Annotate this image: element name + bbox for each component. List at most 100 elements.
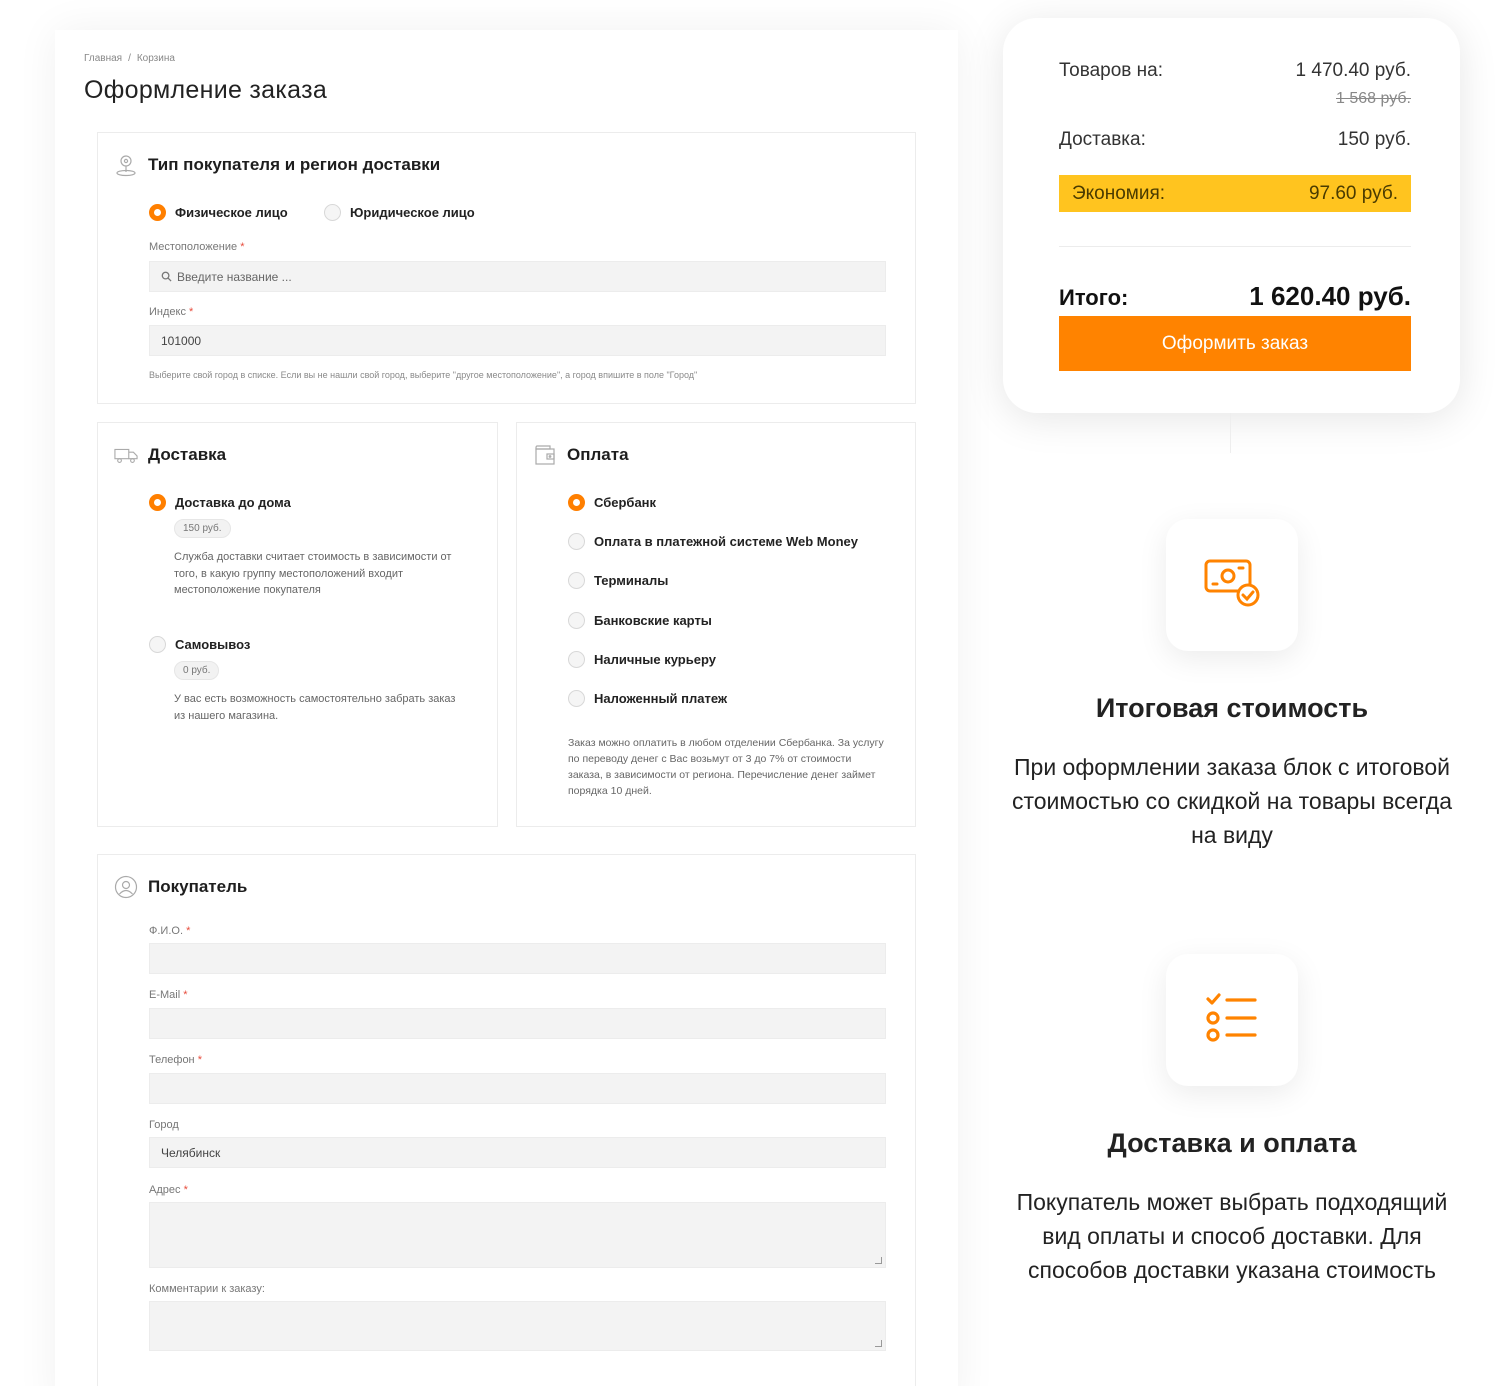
location-label: Местоположение * [149, 241, 245, 253]
checklist-icon [1205, 992, 1259, 1049]
place-order-button[interactable]: Оформить заказ [1059, 316, 1411, 371]
delivery-home-label: Доставка до дома [175, 495, 291, 510]
fio-label: Ф.И.О. * [149, 925, 191, 937]
buyer-region-title: Тип покупателя и регион доставки [148, 155, 441, 174]
radio-legal[interactable] [324, 204, 341, 221]
total-value: 1 620.40 руб. [1249, 281, 1411, 311]
payment-description: Заказ можно оплатить в любом отделении С… [568, 737, 884, 797]
payment-card: Оплата Сбербанк Оплата в платежной систе… [516, 422, 916, 827]
email-input[interactable] [149, 1008, 886, 1039]
economy-value: 97.60 руб. [1308, 182, 1398, 204]
payment-option-cod[interactable]: Наложенный платеж [568, 690, 727, 707]
delivery-cost-label: Доставка: [1059, 129, 1146, 150]
feature-price-icon-box [1166, 519, 1298, 651]
buyer-type-legal[interactable]: Юридическое лицо [324, 204, 475, 221]
email-label: E-Mail * [149, 989, 188, 1001]
phone-input[interactable] [149, 1073, 886, 1104]
payment-cod-label: Наложенный платеж [594, 691, 728, 706]
economy-bar: Экономия: 97.60 руб. [1059, 175, 1411, 212]
buyer-card: Покупатель Ф.И.О. * E-Mail * Телефон * Г… [97, 854, 916, 1386]
delivery-card: Доставка Доставка до дома 150 руб. Служб… [97, 422, 498, 827]
resize-handle-icon[interactable] [875, 1257, 882, 1264]
location-pin-icon [114, 153, 138, 177]
index-value: 101000 [161, 333, 202, 348]
order-summary-card: Товаров на: 1 470.40 руб. 1 568 руб. Дос… [1003, 18, 1460, 413]
payment-title: Оплата [567, 445, 629, 464]
breadcrumb-cart[interactable]: Корзина [137, 53, 175, 64]
wallet-icon [533, 443, 557, 467]
feature-delivery-title: Доставка и оплата [1107, 1128, 1357, 1158]
economy-label: Экономия: [1072, 182, 1166, 204]
goods-row: Товаров на: 1 470.40 руб. [1059, 60, 1411, 82]
money-check-icon [1203, 557, 1261, 614]
user-icon [114, 875, 138, 899]
goods-label: Товаров на: [1059, 60, 1163, 81]
buyer-type-individual-label: Физическое лицо [175, 205, 288, 220]
delivery-home-price: 150 руб. [174, 519, 231, 538]
payment-option-webmoney[interactable]: Оплата в платежной системе Web Money [568, 533, 858, 550]
radio-individual[interactable] [149, 204, 166, 221]
radio-payment-sberbank[interactable] [568, 494, 585, 511]
page-title: Оформление заказа [84, 76, 328, 104]
delivery-pickup-price: 0 руб. [174, 661, 220, 680]
payment-terminals-label: Терминалы [594, 573, 669, 588]
payment-cards-label: Банковские карты [594, 613, 712, 628]
index-label: Индекс * [149, 306, 194, 318]
delivery-title: Доставка [148, 445, 227, 464]
payment-option-courier-cash[interactable]: Наличные курьеру [568, 651, 716, 668]
location-hint: Выберите свой город в списке. Если вы не… [149, 370, 698, 380]
delivery-row: Доставка: 150 руб. [1059, 129, 1411, 151]
buyer-title: Покупатель [148, 877, 248, 896]
payment-sberbank-label: Сбербанк [594, 495, 657, 510]
buyer-type-individual[interactable]: Физическое лицо [149, 204, 288, 221]
breadcrumb-home[interactable]: Главная [84, 53, 122, 64]
search-icon [161, 271, 172, 282]
summary-divider [1059, 246, 1411, 247]
index-input[interactable]: 101000 [149, 325, 886, 356]
feature-price-title: Итоговая стоимость [1095, 693, 1369, 723]
payment-option-terminals[interactable]: Терминалы [568, 572, 668, 589]
city-input[interactable]: Челябинск [149, 1137, 886, 1168]
radio-payment-cards[interactable] [568, 612, 585, 629]
delivery-option-pickup[interactable]: Самовывоз [149, 636, 250, 653]
radio-payment-courier-cash[interactable] [568, 651, 585, 668]
resize-handle-icon[interactable] [875, 1340, 882, 1347]
radio-payment-webmoney[interactable] [568, 533, 585, 550]
delivery-pickup-description: У вас есть возможность самостоятельно за… [174, 693, 456, 722]
radio-payment-cod[interactable] [568, 690, 585, 707]
goods-value: 1 470.40 руб. [1295, 60, 1411, 81]
comment-label: Комментарии к заказу: [149, 1283, 265, 1295]
address-label: Адрес * [149, 1184, 188, 1196]
radio-delivery-home[interactable] [149, 494, 166, 511]
total-row: Итого: 1 620.40 руб. [1059, 281, 1411, 312]
buyer-region-card: Тип покупателя и регион доставки Физичес… [97, 132, 916, 404]
connector-line [1230, 413, 1231, 453]
city-label: Город [149, 1119, 179, 1131]
payment-courier-cash-label: Наличные курьеру [594, 652, 716, 667]
total-label: Итого: [1059, 285, 1129, 310]
feature-price-text: При оформлении заказа блок с итоговой ст… [1011, 754, 1453, 848]
city-value: Челябинск [161, 1145, 221, 1160]
radio-payment-terminals[interactable] [568, 572, 585, 589]
comment-textarea[interactable] [149, 1301, 886, 1351]
buyer-type-legal-label: Юридическое лицо [350, 205, 475, 220]
address-textarea[interactable] [149, 1202, 886, 1268]
fio-input[interactable] [149, 943, 886, 974]
delivery-cost-value: 150 руб. [1337, 129, 1411, 150]
truck-icon [114, 443, 138, 467]
location-search-input[interactable]: Введите название ... [149, 261, 886, 292]
location-placeholder: Введите название ... [177, 269, 292, 284]
delivery-home-description: Служба доставки считает стоимость в зави… [174, 551, 452, 596]
feature-delivery-text: Покупатель может выбрать подходящий вид … [1016, 1189, 1448, 1283]
payment-option-cards[interactable]: Банковские карты [568, 612, 712, 629]
payment-option-sberbank[interactable]: Сбербанк [568, 494, 656, 511]
radio-delivery-pickup[interactable] [149, 636, 166, 653]
delivery-option-home[interactable]: Доставка до дома [149, 494, 291, 511]
goods-old-price: 1 568 руб. [1336, 90, 1411, 107]
payment-webmoney-label: Оплата в платежной системе Web Money [594, 534, 858, 549]
phone-label: Телефон * [149, 1054, 202, 1066]
breadcrumb-separator: / [128, 53, 131, 64]
feature-delivery-icon-box [1166, 954, 1298, 1086]
delivery-pickup-label: Самовывоз [175, 637, 251, 652]
breadcrumb: Главная / Корзина [84, 53, 175, 64]
